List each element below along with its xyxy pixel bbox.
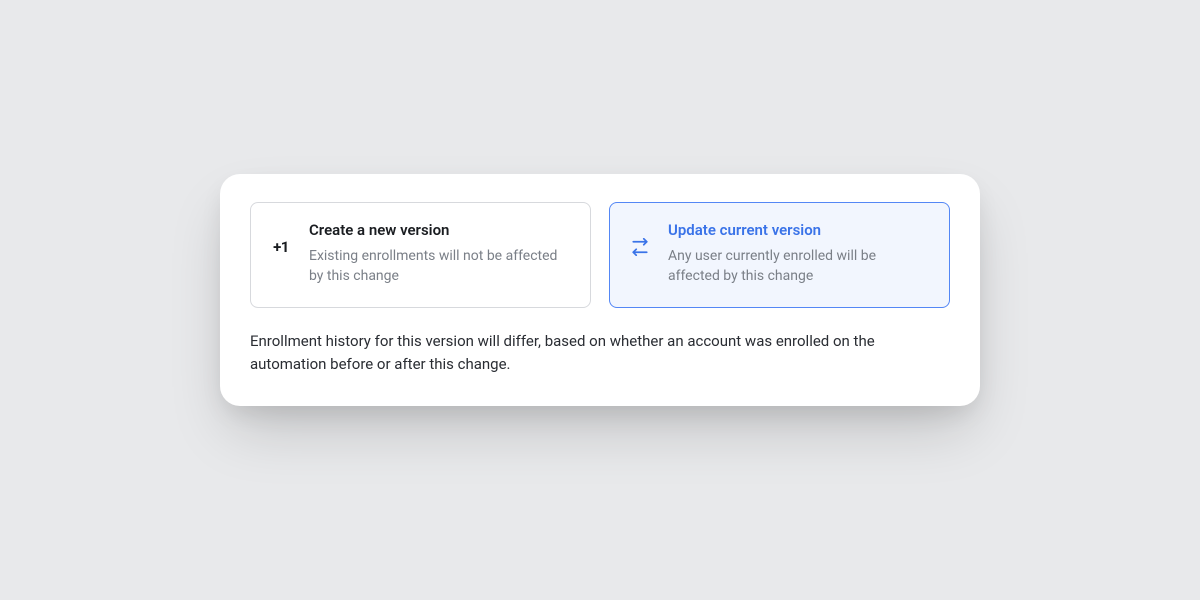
option-title: Update current version [668, 221, 929, 239]
swap-icon [628, 235, 652, 259]
create-new-version-option[interactable]: +1 Create a new version Existing enrollm… [250, 202, 591, 308]
version-options: +1 Create a new version Existing enrollm… [250, 202, 950, 308]
option-description: Existing enrollments will not be affecte… [309, 246, 570, 287]
plus-one-icon: +1 [269, 235, 293, 259]
option-title: Create a new version [309, 221, 570, 239]
update-current-version-option[interactable]: Update current version Any user currentl… [609, 202, 950, 308]
option-description: Any user currently enrolled will be affe… [668, 246, 929, 287]
help-text: Enrollment history for this version will… [250, 330, 950, 377]
version-change-card: +1 Create a new version Existing enrollm… [220, 174, 980, 406]
